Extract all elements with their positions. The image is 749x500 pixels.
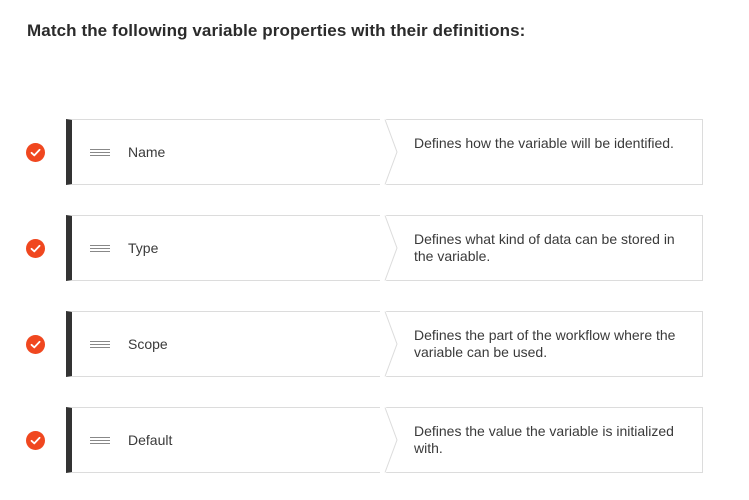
drag-handle-icon[interactable] xyxy=(90,341,110,348)
arrow-connector xyxy=(380,407,398,473)
term-card-name[interactable]: Name xyxy=(66,119,392,185)
check-circle-icon xyxy=(26,143,45,162)
term-card-default[interactable]: Default xyxy=(66,407,392,473)
match-row-default: Default Defines the value the variable i… xyxy=(0,407,749,473)
arrow-connector xyxy=(380,215,398,281)
check-circle-icon xyxy=(26,239,45,258)
drag-handle-icon[interactable] xyxy=(90,149,110,156)
term-label: Default xyxy=(128,432,173,448)
definition-card-default: Defines the value the variable is initia… xyxy=(386,407,703,473)
term-label: Type xyxy=(128,240,159,256)
definition-text: Defines what kind of data can be stored … xyxy=(414,231,675,264)
definition-text: Defines how the variable will be identif… xyxy=(414,135,674,151)
arrow-connector xyxy=(380,311,398,377)
definition-text: Defines the part of the workflow where t… xyxy=(414,327,676,360)
check-circle-icon xyxy=(26,335,45,354)
term-card-type[interactable]: Type xyxy=(66,215,392,281)
term-label: Name xyxy=(128,144,166,160)
definition-card-scope: Defines the part of the workflow where t… xyxy=(386,311,703,377)
question-title: Match the following variable properties … xyxy=(27,21,526,40)
arrow-connector xyxy=(380,119,398,185)
match-row-name: Name Defines how the variable will be id… xyxy=(0,119,749,185)
definition-card-name: Defines how the variable will be identif… xyxy=(386,119,703,185)
drag-handle-icon[interactable] xyxy=(90,437,110,444)
drag-handle-icon[interactable] xyxy=(90,245,110,252)
match-row-type: Type Defines what kind of data can be st… xyxy=(0,215,749,281)
term-label: Scope xyxy=(128,336,168,352)
check-circle-icon xyxy=(26,431,45,450)
match-row-scope: Scope Defines the part of the workflow w… xyxy=(0,311,749,377)
term-card-scope[interactable]: Scope xyxy=(66,311,392,377)
definition-card-type: Defines what kind of data can be stored … xyxy=(386,215,703,281)
definition-text: Defines the value the variable is initia… xyxy=(414,423,674,456)
